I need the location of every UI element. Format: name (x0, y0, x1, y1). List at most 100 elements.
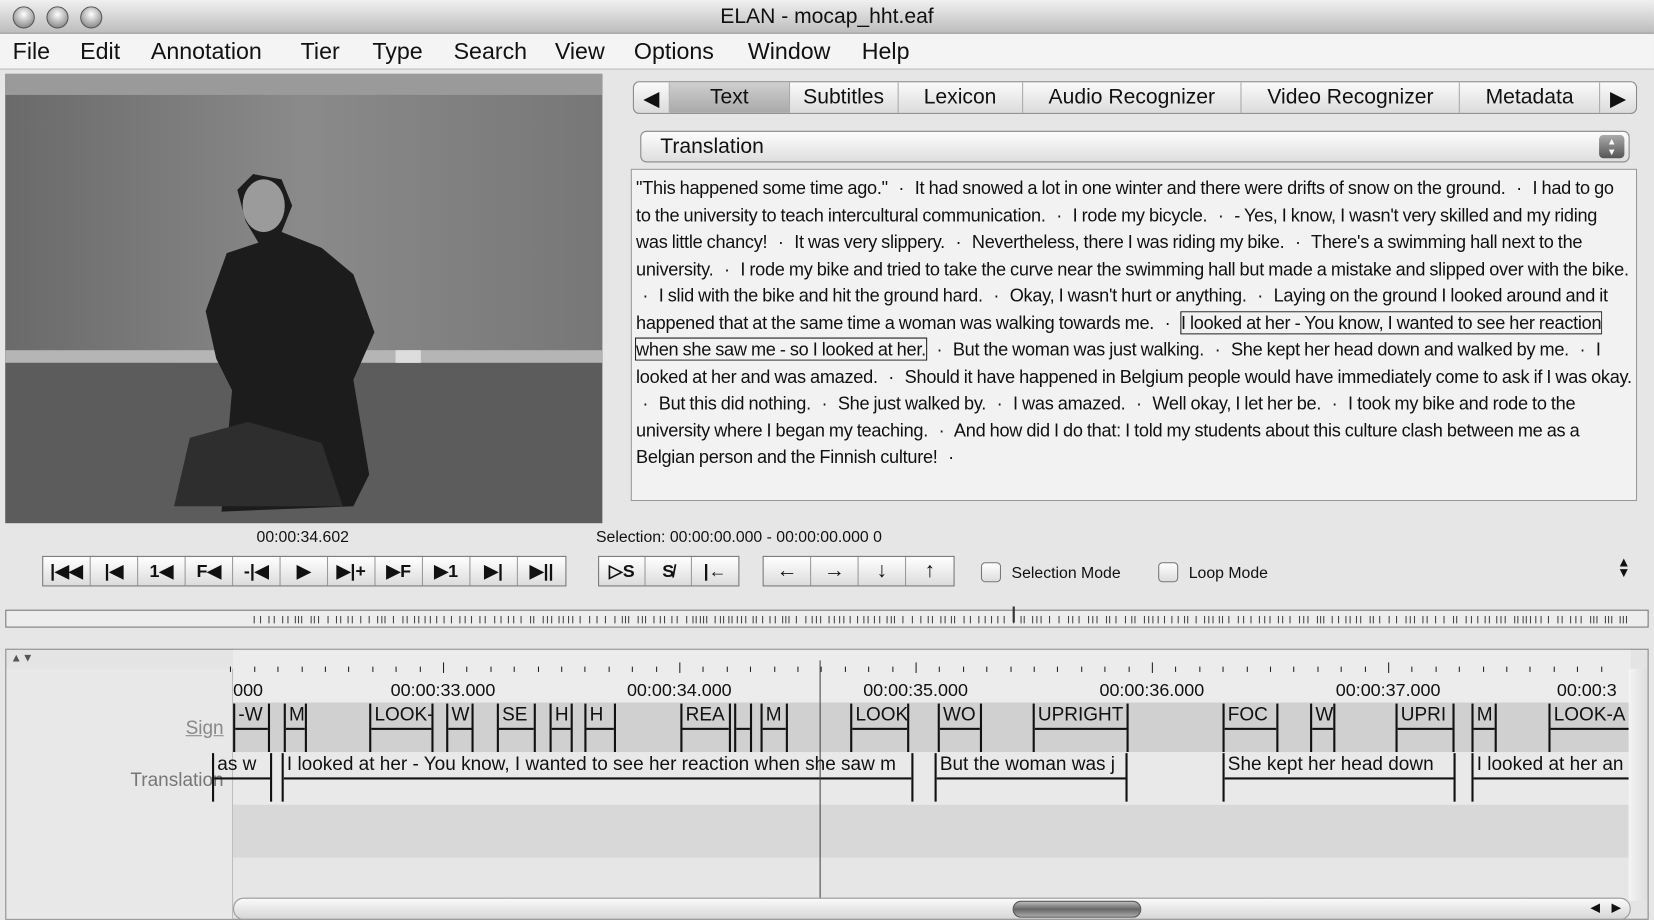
next-frame-block-button[interactable]: ▶| (470, 556, 518, 586)
tier-row-translation[interactable]: as w I looked at her - You know, I wanted… (212, 752, 1647, 805)
next-annotation-button[interactable]: → (811, 556, 859, 586)
annotation[interactable]: M (283, 703, 307, 753)
annotation[interactable]: M (760, 703, 788, 753)
annotation[interactable]: UPRI (1395, 703, 1455, 753)
tab-video-recognizer[interactable]: Video Recognizer (1242, 82, 1461, 113)
clear-selection-button[interactable]: S̸ (646, 556, 692, 586)
annotation-label: M (289, 703, 305, 725)
text-segment[interactable]: But the woman was just walking. (953, 339, 1204, 360)
annotation[interactable]: I looked at her an (1471, 753, 1647, 802)
play-button[interactable]: ▶ (281, 556, 329, 586)
tab-audio-recognizer[interactable]: Audio Recognizer (1023, 82, 1242, 113)
timeline-viewer[interactable]: ▲▼ Sign Translation 000 00:00:33.000 00:00… (5, 648, 1649, 920)
text-segment[interactable]: I was amazed. (1013, 392, 1126, 413)
previous-annotation-button[interactable]: ← (764, 556, 812, 586)
tab-metadata[interactable]: Metadata (1460, 82, 1601, 113)
previous-second-button[interactable]: 1◀ (138, 556, 186, 586)
text-segment[interactable]: She just walked by. (838, 392, 987, 413)
text-segment[interactable]: I rode my bicycle. (1073, 204, 1208, 225)
scroll-left-icon[interactable]: ◀ (1590, 900, 1600, 915)
time-ruler[interactable]: 000 00:00:33.000 00:00:34.000 00:00:35.000 0… (230, 649, 1631, 703)
text-segment[interactable]: Should it have happened in Belgium peopl… (905, 365, 1632, 386)
annotation-area[interactable]: 000 00:00:33.000 00:00:34.000 00:00:35.000 0… (212, 649, 1647, 919)
expand-collapse-icon[interactable]: ▲ ▼ (1617, 555, 1631, 579)
crosshair-cursor[interactable] (819, 660, 821, 914)
step-forward-pixel-button[interactable]: ▶|+ (328, 556, 376, 586)
annotation[interactable]: W (446, 703, 474, 753)
annotation[interactable]: UPRIGHT (1032, 703, 1129, 753)
scrollbar-thumb[interactable] (1012, 900, 1142, 918)
go-to-end-button[interactable]: ▶|| (518, 557, 565, 585)
tier-row-sign[interactable]: -W M LOOK- W SE H H REA M LOOK WO UPRIGHT FOC W UPRI M L… (233, 702, 1647, 753)
timeseries-overview-slider[interactable] (5, 609, 1649, 628)
tier-label-translation[interactable]: Translation (130, 769, 223, 791)
vertical-scrollbar[interactable] (1628, 668, 1648, 901)
menu-search[interactable]: Search (454, 38, 528, 65)
annotation[interactable]: She kept her head down (1222, 753, 1456, 802)
text-segment[interactable]: Well okay, I let her be. (1152, 392, 1321, 413)
video-viewer[interactable] (5, 73, 603, 524)
annotation[interactable]: LOOK- (369, 703, 434, 753)
tab-subtitles[interactable]: Subtitles (790, 82, 899, 113)
annotation[interactable]: M (1471, 703, 1497, 753)
step-back-pixel-button[interactable]: -|◀ (233, 556, 281, 586)
annotation[interactable]: But the woman was j (934, 753, 1128, 802)
menu-window[interactable]: Window (748, 38, 831, 65)
annotation[interactable]: as w (212, 753, 273, 802)
text-segment[interactable]: Okay, I wasn't hurt or anything. (1010, 285, 1247, 306)
go-to-begin-button[interactable]: |◀◀ (43, 556, 91, 586)
tier-down-button[interactable]: ↓ (859, 556, 907, 586)
menu-edit[interactable]: Edit (80, 38, 120, 65)
tab-scroll-right[interactable]: ▶ (1600, 82, 1636, 113)
menu-view[interactable]: View (555, 38, 605, 65)
ruler-tick (844, 666, 846, 672)
tab-lexicon[interactable]: Lexicon (898, 82, 1023, 113)
annotation[interactable]: FOC (1222, 703, 1279, 753)
text-segment[interactable]: It had snowed a lot in one winter and th… (915, 177, 1506, 198)
ruler-tick (1435, 666, 1437, 672)
text-segment[interactable]: She kept her head down and walked by me. (1231, 339, 1569, 360)
annotation[interactable]: SE (496, 703, 536, 753)
annotation[interactable]: W (1310, 703, 1336, 753)
text-segment[interactable]: Nevertheless, there I was riding my bike… (972, 231, 1285, 252)
horizontal-scrollbar[interactable]: ◀ ▶ (233, 897, 1631, 919)
tab-scroll-left[interactable]: ◀ (634, 82, 670, 113)
menu-type[interactable]: Type (372, 38, 422, 65)
ruler-tick (608, 666, 610, 672)
previous-frame-block-button[interactable]: |◀ (91, 556, 139, 586)
tier-sort-arrows-icon[interactable]: ▲▼ (11, 652, 34, 665)
menu-tier[interactable]: Tier (301, 38, 340, 65)
text-segment[interactable]: I rode my bike and tried to take the cur… (740, 258, 1629, 279)
tier-up-button[interactable]: ↑ (906, 557, 953, 585)
previous-frame-button[interactable]: F◀ (186, 556, 234, 586)
annotation[interactable]: -W (233, 703, 271, 753)
menu-file[interactable]: File (13, 38, 50, 65)
text-segment[interactable]: But this did nothing. (659, 392, 811, 413)
text-viewer[interactable]: "This happened some time ago." · It had … (630, 168, 1638, 502)
menu-help[interactable]: Help (862, 38, 910, 65)
selection-mode-checkbox[interactable] (980, 562, 1002, 583)
loop-mode-checkbox[interactable] (1158, 562, 1179, 583)
annotation[interactable]: WO (937, 703, 983, 753)
tab-text[interactable]: Text (669, 82, 790, 113)
next-second-button[interactable]: ▶1 (423, 556, 471, 586)
annotation[interactable]: REA (680, 703, 731, 753)
menu-options[interactable]: Options (634, 38, 714, 65)
annotation[interactable]: LOOK (850, 703, 910, 753)
annotation[interactable]: H (584, 703, 617, 753)
scroll-right-icon[interactable]: ▶ (1611, 900, 1621, 915)
play-selection-button[interactable]: ▷S (599, 556, 646, 586)
selection-begin-button[interactable]: |← (692, 557, 738, 585)
tier-select[interactable]: Translation ▲ ▼ (640, 130, 1630, 163)
next-frame-button[interactable]: ▶F (376, 556, 423, 586)
annotation-bar (1224, 777, 1454, 780)
annotation[interactable]: H (549, 703, 573, 753)
text-segment[interactable]: It was very slippery. (794, 231, 945, 252)
text-segment[interactable]: I slid with the bike and hit the ground … (659, 285, 983, 306)
tier-label-sign[interactable]: Sign (186, 717, 224, 739)
time-cursor-icon[interactable]: I (1010, 601, 1016, 628)
menu-annotation[interactable]: Annotation (151, 38, 262, 65)
annotation[interactable] (734, 703, 753, 753)
text-segment[interactable]: "This happened some time ago." (636, 177, 888, 198)
separator-dot: · (948, 446, 954, 468)
